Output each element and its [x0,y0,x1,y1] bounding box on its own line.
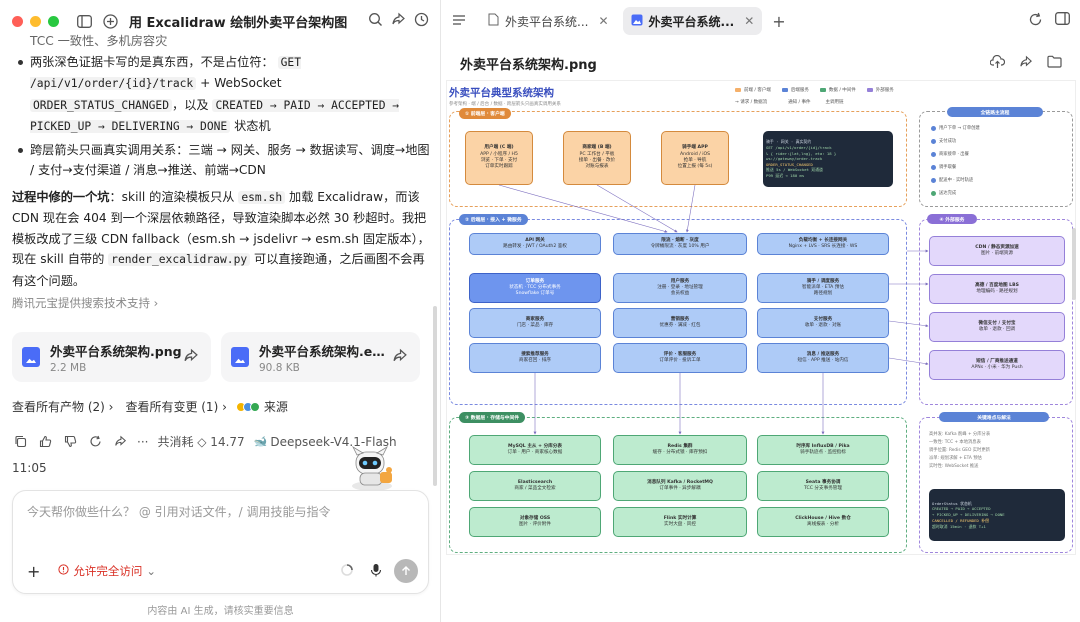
tab-bar: 外卖平台系统... ✕ 外卖平台系统... ✕ + [442,0,1080,42]
retry-icon[interactable] [87,434,103,450]
image-icon [631,14,643,29]
code-span: esm.sh [238,190,286,204]
arrow [498,184,668,233]
sources-label: 来源 [263,400,288,414]
share-icon[interactable] [391,12,406,30]
file-size: 2.2 MB [50,361,87,374]
file-size: 90.8 KB [259,361,300,374]
close-tab-icon[interactable]: ✕ [744,14,754,28]
token-cost: 共消耗 ◇ 14.77 [157,435,245,449]
permission-dropdown[interactable]: 允许完全访问 ⌄ [58,563,156,579]
conversation-title: 用 Excalidraw 绘制外卖平台架构图 [129,15,348,31]
share-icon[interactable] [1019,55,1033,72]
arrow [888,320,929,328]
message-actions: ··· 共消耗 ◇ 14.77 🐋 Deepseek-V4.1-Flash [12,433,397,450]
permission-label: 允许完全访问 [73,564,143,578]
file-header: 外卖平台系统架构.png [442,48,1080,78]
whale-icon: 🐋 [253,435,268,448]
menu-icon[interactable] [452,14,466,29]
view-products-link[interactable]: 查看所有产物 (2) › [12,398,113,415]
arrow [596,184,678,233]
preview-pane: 外卖平台系统... ✕ 外卖平台系统... ✕ + 外卖平台系统架构.png 外… [442,0,1080,622]
cut-line: TCC 一致性、多机房容灾 [30,34,168,48]
thumbs-down-icon[interactable] [62,434,78,450]
document-icon [488,13,499,29]
paragraph: 过程中修的一个坑：skill 的渲染模板只从 esm.sh 加载 Excalid… [12,187,430,292]
tab-label: 外卖平台系统... [648,14,735,29]
image-file-icon [22,347,40,367]
search-source-link[interactable]: 腾讯元宝提供搜索技术支持 › [12,293,430,314]
mascot-illustration [352,446,392,491]
text: 两张深色证据卡写的是真东西，不是占位符： [30,54,274,69]
arrow [888,357,929,366]
window-controls [12,15,59,27]
chevron-down-icon: ⌄ [146,564,157,578]
close-window-button[interactable] [12,15,23,27]
add-attachment-icon[interactable]: + [27,562,40,581]
panel-toggle-icon[interactable] [1055,12,1070,30]
file-title: 外卖平台系统架构.png [460,57,597,73]
image-preview: 外卖平台典型系统架构 参考架构 · 端 / 后台 / 数据 · 跨层箭头只画真实… [446,80,1076,555]
file-cards: 外卖平台系统架构.png 2.2 MB 外卖平台系统架构.ex... 90.8 … [12,332,420,382]
tab-label: 外卖平台系统... [505,14,589,29]
composer-input[interactable]: 今天帮你做些什么？ @ 引用对话文件，/ 调用技能与指令 [27,503,414,520]
loading-spinner-icon [340,563,354,580]
file-card[interactable]: 外卖平台系统架构.png 2.2 MB [12,332,211,382]
new-tab-icon[interactable]: + [772,12,785,31]
share-icon[interactable] [392,348,410,366]
connector-arrows [498,184,929,435]
view-changes-link[interactable]: 查看所有变更 (1) › [125,398,226,415]
sources-button[interactable]: 来源 [235,398,288,415]
ai-disclaimer: 内容由 AI 生成，请核实重要信息 [147,606,294,617]
minimize-window-button[interactable] [30,15,41,27]
microphone-icon[interactable] [370,563,382,580]
links-row: 查看所有产物 (2) › 查看所有变更 (1) › 来源 [12,398,288,415]
warning-icon [58,564,70,578]
tab-file-2[interactable]: 外卖平台系统... ✕ [622,7,763,35]
image-file-icon [231,347,249,367]
list-item: 两张深色证据卡写的是真东西，不是占位符： GET /api/v1/order/{… [18,52,430,138]
message-composer[interactable]: 今天帮你做些什么？ @ 引用对话文件，/ 调用技能与指令 + 允许完全访问 ⌄ [12,490,429,594]
preview-scrollbar[interactable] [1072,228,1076,300]
copy-icon[interactable] [12,434,28,450]
text: 状态机 [230,119,271,133]
bold-text: 过程中修的一个坑 [12,189,110,204]
text: ，以及 [172,97,213,112]
text: + WebSocket [196,76,282,90]
folder-icon[interactable] [1047,55,1062,71]
send-button[interactable] [394,559,418,583]
text: 跨层箭头只画真实调用关系：三端 → 网关、服务 → 数据读写、调度→地图 / 支… [30,142,430,178]
message-time: 11:05 [12,461,47,475]
list-item: 跨层箭头只画真实调用关系：三端 → 网关、服务 → 数据读写、调度→地图 / 支… [18,140,430,181]
history-icon[interactable] [414,12,429,30]
maximize-window-button[interactable] [48,15,59,27]
bullet-list: 两张深色证据卡写的是真东西，不是占位符： GET /api/v1/order/{… [12,52,430,181]
forward-icon[interactable] [112,434,128,450]
more-icon[interactable]: ··· [137,435,148,449]
chat-pane: 用 Excalidraw 绘制外卖平台架构图 TCC 一致性、多机房容灾 两张深… [0,0,441,622]
code-span: render_excalidraw.py [108,253,251,266]
search-icon[interactable] [368,12,383,30]
share-icon[interactable] [183,348,201,366]
file-name: 外卖平台系统架构.png [50,343,182,359]
refresh-icon[interactable] [1028,12,1043,30]
source-avatars-icon [235,401,260,412]
thumbs-up-icon[interactable] [37,434,53,450]
arrow [685,184,696,233]
tab-file-1[interactable]: 外卖平台系统... ✕ [480,7,617,35]
close-tab-icon[interactable]: ✕ [598,14,608,28]
architecture-diagram: 外卖平台典型系统架构 参考架构 · 端 / 后台 / 数据 · 跨层箭头只画真实… [447,81,1075,554]
upload-icon[interactable] [989,54,1006,72]
text: ：skill 的渲染模板只从 [109,189,239,204]
chat-scrollbar[interactable] [433,306,437,486]
code-span: ORDER_STATUS_CHANGED [30,98,173,112]
new-chat-icon[interactable] [99,10,121,32]
file-name: 外卖平台系统架构.ex... [259,343,392,359]
sidebar-toggle-icon[interactable] [73,10,95,32]
file-card[interactable]: 外卖平台系统架构.ex... 90.8 KB [221,332,420,382]
message-content: TCC 一致性、多机房容灾 两张深色证据卡写的是真东西，不是占位符： GET /… [12,34,430,314]
